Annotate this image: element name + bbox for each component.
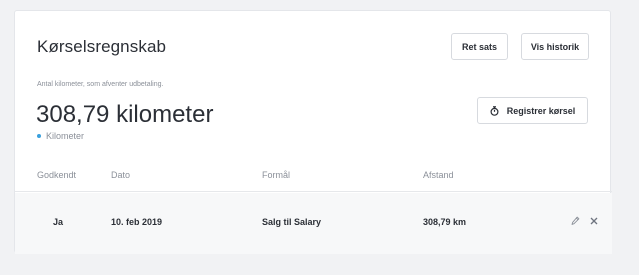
ret-sats-button[interactable]: Ret sats: [451, 33, 508, 60]
column-godkendt[interactable]: Godkendt: [37, 170, 76, 180]
column-formaal[interactable]: Formål: [262, 170, 290, 180]
card-title: Kørselsregnskab: [37, 37, 167, 56]
pending-subtitle: Antal kilometer, som afventer udbetaling…: [37, 81, 164, 88]
column-dato[interactable]: Dato: [111, 170, 130, 180]
registrer-korsel-label: Registrer kørsel: [506, 105, 576, 116]
vis-historik-button[interactable]: Vis historik: [521, 33, 589, 60]
mileage-card: Kørselsregnskab Ret sats Vis historik An…: [14, 10, 612, 254]
table-header: Godkendt Dato Formål Afstand: [15, 166, 612, 192]
cell-dato: 10. feb 2019: [111, 217, 163, 227]
cell-godkendt: Ja: [53, 217, 64, 227]
pencil-icon[interactable]: [571, 216, 580, 226]
registrer-korsel-button[interactable]: Registrer kørsel: [477, 97, 588, 124]
close-icon[interactable]: [590, 217, 598, 225]
legend-dot: [37, 134, 41, 138]
cell-formaal: Salg til Salary: [262, 217, 322, 227]
column-afstand[interactable]: Afstand: [423, 170, 454, 180]
legend-label: Kilometer: [46, 131, 85, 141]
pending-kilometer-value: 308,79 kilometer: [36, 101, 214, 128]
stopwatch-icon: [490, 105, 499, 116]
legend: Kilometer: [37, 131, 84, 141]
row-actions: [571, 216, 598, 226]
table-row[interactable]: Ja 10. feb 2019 Salg til Salary 308,79 k…: [15, 193, 612, 254]
cell-afstand: 308,79 km: [423, 217, 467, 227]
